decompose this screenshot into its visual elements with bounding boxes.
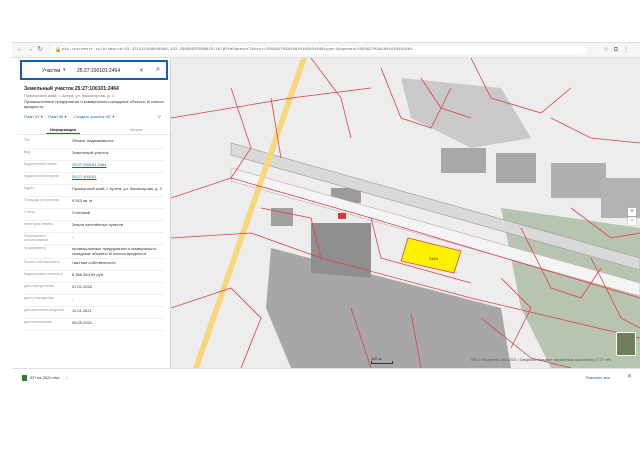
info-row: дата внесения сведений 11.01.2021 [24, 307, 164, 319]
building-block [311, 223, 371, 278]
search-input[interactable]: 25:27:100101:2464 [77, 68, 120, 74]
marker-building [338, 213, 346, 219]
cadastral-quarter-link[interactable]: 25:27:100101 [72, 174, 164, 179]
search-type-select[interactable]: Участки [42, 68, 60, 74]
info-row: Кадастровая стоимость 8 386 954,69 руб. [24, 271, 164, 283]
info-row: Разрешенное использование - [24, 233, 164, 245]
search-icon[interactable]: ⌕ [156, 66, 160, 74]
browser-toolbar: ← → ↻ 🔒 pkk.rosreestr.ru/#/search/43.371… [12, 43, 640, 58]
building [551, 163, 606, 198]
show-all-downloads-link[interactable]: Показать все [586, 373, 610, 382]
map-canvas[interactable]: 2464 [171, 58, 640, 368]
plan-zu-button[interactable]: План ЗУ ▾ [24, 114, 43, 119]
browser-extension-icons[interactable]: ☆⧉⋮ [603, 46, 634, 54]
info-row: Кадастровый номер 25:27:100101:2464 [24, 161, 164, 173]
tab-info[interactable]: Информация [50, 127, 76, 132]
parcel-number-label: 2464 [429, 256, 439, 261]
card-purpose: Промышленные предприятия и коммунально-с… [24, 99, 164, 109]
card-address: Приморский край, г. Артем, ул. Кашихоров… [24, 93, 114, 98]
share-icon[interactable]: ⚲ [158, 114, 161, 119]
downloads-bar: ATI на 2020.xlsx ˄ Показать все ✕ [12, 368, 640, 385]
address-bar[interactable]: 🔒 pkk.rosreestr.ru/#/search/43.371531368… [52, 46, 587, 54]
back-button[interactable]: ← [16, 46, 24, 54]
info-list: Тип Объект недвижимости Вид Земельный учас… [24, 137, 164, 331]
cadastral-map[interactable]: 2464 + − 100 м ПКК © Росреестр 2010-2021… [171, 58, 640, 368]
info-row: Адрес Приморский край, г. Артем, ул. Каши… [24, 185, 164, 197]
card-actions: План ЗУ ▾ План КК ▾ Создать участок НС ▾… [24, 114, 170, 122]
search-box[interactable]: Участки ▾ 25:27:100101:2464 ✕ ⌕ [20, 60, 168, 80]
star-icon[interactable]: ☆ [603, 47, 613, 53]
minimap[interactable] [616, 332, 636, 356]
reload-button[interactable]: ↻ [36, 46, 44, 54]
info-tabs: Информация Услуги [20, 126, 170, 135]
info-row: Вид Земельный участок [24, 149, 164, 161]
zoom-out-button[interactable]: − [628, 217, 636, 225]
card-title: Земельный участок 25:27:100101:2464 [24, 86, 119, 92]
chevron-down-icon[interactable]: ▾ [63, 67, 66, 73]
info-row: Тип Объект недвижимости [24, 137, 164, 149]
info-row: Кадастровый квартал 25:27:100101 [24, 173, 164, 185]
download-file-name: ATI на 2020.xlsx [30, 375, 60, 380]
chevron-up-icon[interactable]: ˄ [65, 375, 67, 380]
close-icon[interactable]: ✕ [627, 373, 632, 382]
active-tab-indicator [46, 133, 80, 134]
excel-file-icon [22, 374, 27, 381]
info-row: по документу промышленные предприятия и к… [24, 245, 164, 259]
info-row: Площадь уточненная 9 523 кв. м [24, 197, 164, 209]
forward-button[interactable]: → [26, 46, 34, 54]
info-row: Статус Учтенный [24, 209, 164, 221]
info-row: дата утверждения - [24, 295, 164, 307]
info-row: дата определения 01.01.2020 [24, 283, 164, 295]
plan-kk-button[interactable]: План КК ▾ [48, 114, 67, 119]
url-text: pkk.rosreestr.ru/#/search/43.37153136864… [62, 48, 413, 52]
info-row: Форма собственности Частная собственность [24, 259, 164, 271]
create-parcel-button[interactable]: Создать участок НС ▾ [74, 114, 114, 119]
zoom-controls: + − [628, 208, 636, 226]
info-row: Категория земель Земли населённых пунктов [24, 221, 164, 233]
browser-window: ← → ↻ 🔒 pkk.rosreestr.ru/#/search/43.371… [12, 42, 640, 385]
building [441, 148, 486, 173]
extensions-icon[interactable]: ⧉ [614, 47, 623, 53]
menu-icon[interactable]: ⋮ [623, 47, 634, 53]
scale-bar [371, 361, 393, 364]
zoom-in-button[interactable]: + [628, 208, 636, 216]
tab-services[interactable]: Услуги [130, 127, 142, 132]
map-attribution: ПКК © Росреестр 2010-2021 | Сведения обл… [471, 358, 611, 362]
clear-icon[interactable]: ✕ [139, 67, 144, 74]
cadastral-number-link[interactable]: 25:27:100101:2464 [72, 162, 164, 167]
info-row: дата применения 05.05.2021 [24, 319, 164, 331]
download-item[interactable]: ATI на 2020.xlsx ˄ [22, 373, 97, 382]
object-info-panel: Участки ▾ 25:27:100101:2464 ✕ ⌕ Земельны… [12, 58, 171, 368]
lock-icon: 🔒 [55, 47, 62, 53]
building [496, 153, 536, 183]
